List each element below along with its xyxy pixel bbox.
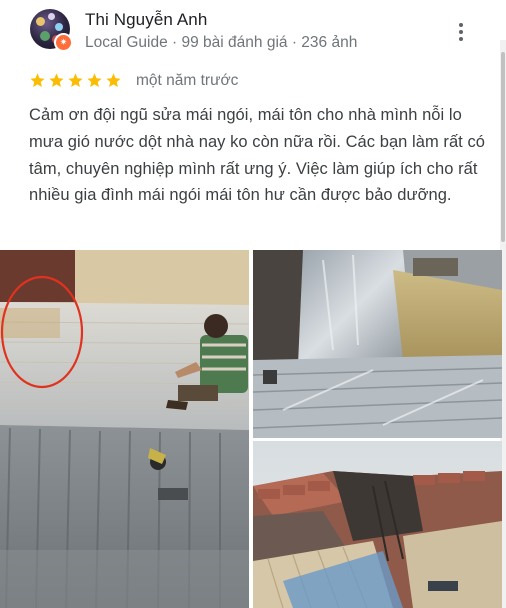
- more-vertical-icon-dot: [459, 30, 463, 34]
- reviewer-meta: Local Guide · 99 bài đánh giá · 236 ảnh: [85, 34, 358, 51]
- review-text: Cảm ơn đội ngũ sửa mái ngói, mái tôn cho…: [29, 106, 485, 205]
- star-icon: [49, 73, 64, 88]
- star-icon: [106, 73, 121, 88]
- rating-stars: [29, 72, 122, 92]
- star-icon: [30, 73, 45, 88]
- review-card: ✷ Thi Nguyễn Anh Local Guide · 99 bài đá…: [0, 0, 506, 608]
- reviewer-name[interactable]: Thi Nguyễn Anh: [85, 10, 207, 30]
- star-icon: [87, 73, 102, 88]
- photo-tile-roof-repair[interactable]: [253, 441, 502, 608]
- photo-foil-insulated-roof[interactable]: [253, 250, 502, 438]
- more-vertical-icon-dot: [459, 37, 463, 41]
- photo-worker-on-metal-roof[interactable]: [0, 250, 249, 608]
- more-vertical-icon: [459, 23, 463, 27]
- star-icon: [68, 73, 83, 88]
- more-options-button[interactable]: [447, 18, 475, 46]
- local-guide-badge-icon: ✷: [54, 33, 73, 52]
- scrollbar-thumb[interactable]: [501, 52, 505, 242]
- review-time: một năm trước: [136, 72, 239, 89]
